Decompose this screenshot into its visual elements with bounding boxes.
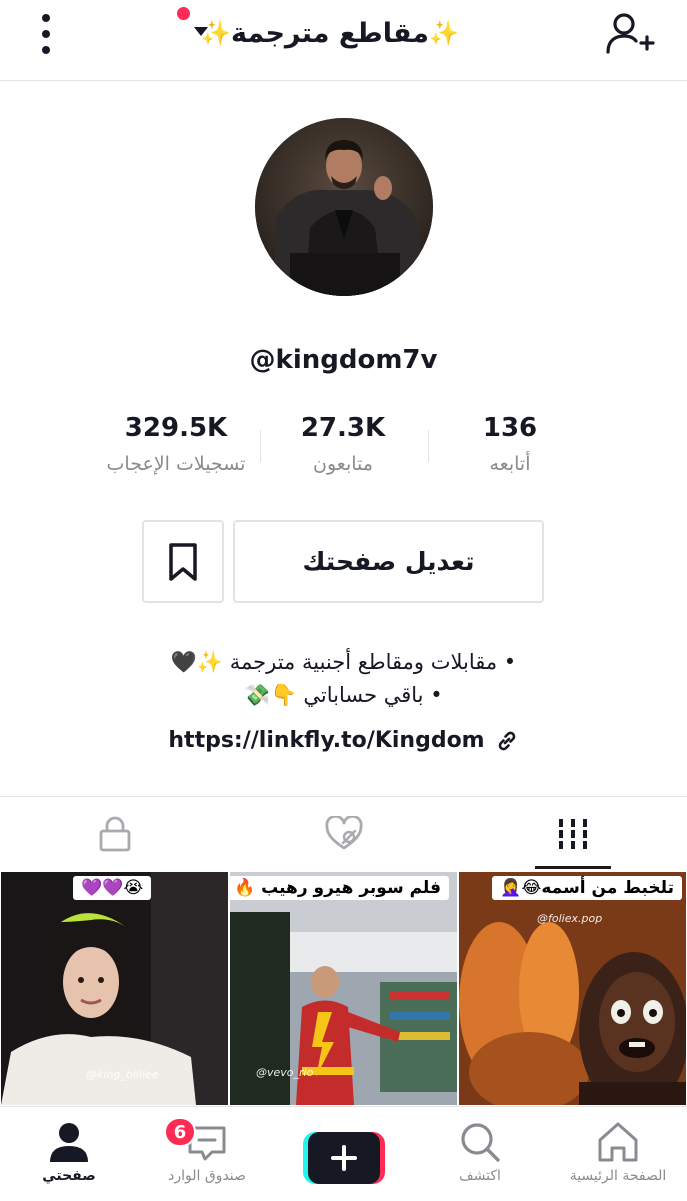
tab-private[interactable] [0, 800, 229, 868]
bookmark-icon [169, 542, 197, 581]
video-watermark: @vevo_rio [256, 1066, 314, 1079]
bio-line-1: • مقابلات ومقاطع أجنبية مترجمة ✨🖤 [170, 650, 517, 674]
video-thumbnail-image [459, 872, 686, 1105]
tabs-divider [0, 796, 687, 797]
edit-profile-button[interactable]: تعديل صفحتك [233, 520, 544, 603]
likes-count: 329.5K [124, 413, 228, 443]
bio-link-text: https://linkfly.to/Kingdom [168, 728, 485, 753]
search-icon [461, 1123, 500, 1162]
profile-username: @kingdom7v [249, 345, 438, 375]
video-caption: 😭💜💜 [73, 876, 152, 900]
nav-discover[interactable]: اكتشف [420, 1120, 540, 1184]
nav-profile-label: صفحتي [42, 1168, 96, 1184]
create-video-button[interactable] [303, 1132, 385, 1184]
sparkle-left: ✨ [201, 19, 231, 47]
profile-avatar[interactable] [255, 118, 433, 296]
nav-home-label: الصفحة الرئيسية [569, 1168, 667, 1184]
tab-liked[interactable] [229, 800, 458, 868]
grid-icon [554, 819, 591, 849]
nav-discover-label: اكتشف [459, 1168, 501, 1184]
lock-icon [99, 816, 130, 852]
sparkle-right: ✨ [429, 19, 459, 47]
active-tab-indicator [535, 866, 611, 869]
video-watermark: @king_billiee [86, 1068, 159, 1081]
bio-line-2: • باقي حساباتي 👇💸 [244, 683, 443, 707]
video-thumbnail[interactable]: 😭💜💜 @king_billiee [1, 872, 228, 1105]
link-icon [498, 731, 515, 750]
video-caption: فلم سوبر هيرو رهيب 🔥 [230, 876, 449, 900]
likes-label: تسجيلات الإعجاب [106, 453, 246, 475]
bio-link[interactable]: https://linkfly.to/Kingdom [0, 728, 687, 753]
liked-hidden-icon [324, 816, 363, 850]
video-thumbnail[interactable]: تلخبط من أسمه😂🤦‍♀️ @foliex.pop [459, 872, 686, 1105]
home-icon [598, 1122, 638, 1162]
video-thumbnail[interactable]: فلم سوبر هيرو رهيب 🔥 @vevo_rio [230, 872, 457, 1105]
more-options-icon[interactable] [32, 14, 60, 54]
profile-icon [50, 1123, 88, 1162]
inbox-badge: 6 [164, 1117, 196, 1147]
video-caption: تلخبط من أسمه😂🤦‍♀️ [492, 876, 682, 900]
tab-videos[interactable] [458, 800, 687, 868]
nav-inbox-label: صندوق الوارد [168, 1168, 246, 1184]
add-user-icon[interactable] [604, 10, 656, 58]
nav-profile[interactable]: صفحتي [9, 1120, 129, 1184]
favorites-button[interactable] [142, 520, 224, 603]
nav-home[interactable]: الصفحة الرئيسية [558, 1120, 678, 1184]
video-watermark: @foliex.pop [537, 912, 603, 925]
account-title-text: مقاطع مترجمة [230, 17, 430, 49]
account-title[interactable]: ✨ مقاطع مترجمة ✨ [160, 8, 500, 58]
stat-likes: 329.5K تسجيلات الإعجاب [76, 413, 276, 475]
